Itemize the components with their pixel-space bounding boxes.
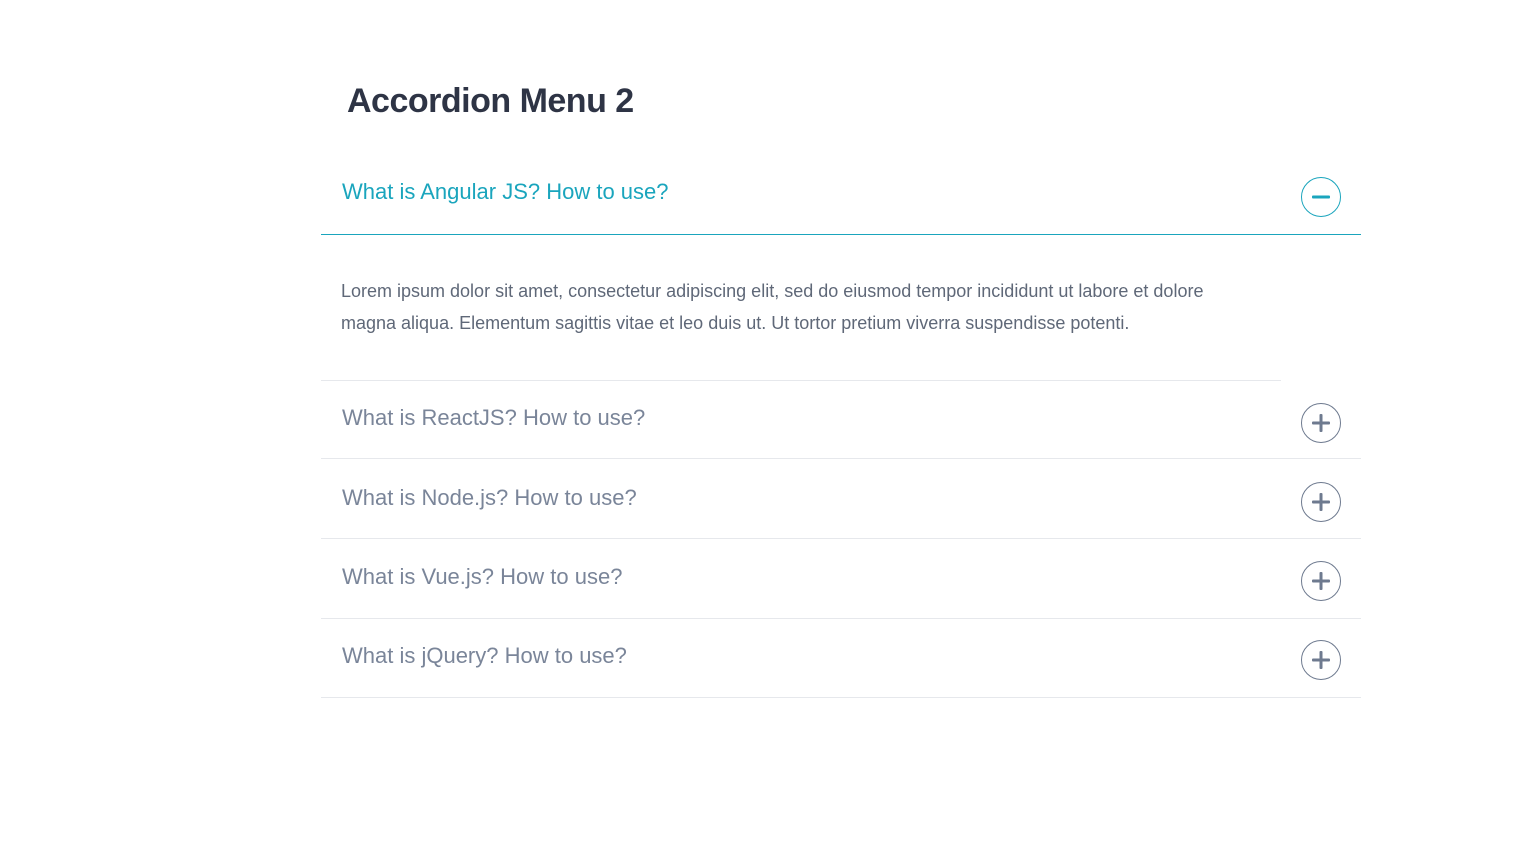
accordion-item-jquery: What is jQuery? How to use? [321,619,1361,698]
accordion-header-vuejs[interactable]: What is Vue.js? How to use? [321,539,1361,619]
accordion-question: What is Angular JS? How to use? [342,179,669,204]
plus-bar-vertical [1319,414,1323,432]
plus-circle-icon[interactable] [1301,482,1341,522]
plus-circle-icon[interactable] [1301,403,1341,443]
accordion-item-angular: What is Angular JS? How to use? Lorem ip… [321,156,1361,381]
minus-circle-icon[interactable] [1301,177,1341,217]
accordion-panel-angular: Lorem ipsum dolor sit amet, consectetur … [321,235,1361,381]
accordion-question: What is Vue.js? How to use? [342,564,623,589]
accordion-header-nodejs[interactable]: What is Node.js? How to use? [321,459,1361,539]
accordion-header-jquery[interactable]: What is jQuery? How to use? [321,619,1361,698]
accordion-item-reactjs: What is ReactJS? How to use? [321,381,1361,459]
accordion-question: What is ReactJS? How to use? [342,405,646,430]
minus-bar [1312,195,1330,199]
plus-bar-vertical [1319,572,1323,590]
accordion-question: What is Node.js? How to use? [342,485,637,510]
accordion-header-reactjs[interactable]: What is ReactJS? How to use? [321,381,1361,459]
plus-circle-icon[interactable] [1301,561,1341,601]
accordion-question: What is jQuery? How to use? [342,643,627,668]
accordion-header-angular[interactable]: What is Angular JS? How to use? [321,156,1361,235]
plus-bar-vertical [1319,651,1323,669]
accordion: What is Angular JS? How to use? Lorem ip… [321,156,1361,698]
accordion-answer: Lorem ipsum dolor sit amet, consectetur … [341,281,1204,333]
page-title: Accordion Menu 2 [347,82,634,120]
plus-bar-vertical [1319,493,1323,511]
accordion-item-vuejs: What is Vue.js? How to use? [321,539,1361,619]
plus-circle-icon[interactable] [1301,640,1341,680]
accordion-item-nodejs: What is Node.js? How to use? [321,459,1361,539]
